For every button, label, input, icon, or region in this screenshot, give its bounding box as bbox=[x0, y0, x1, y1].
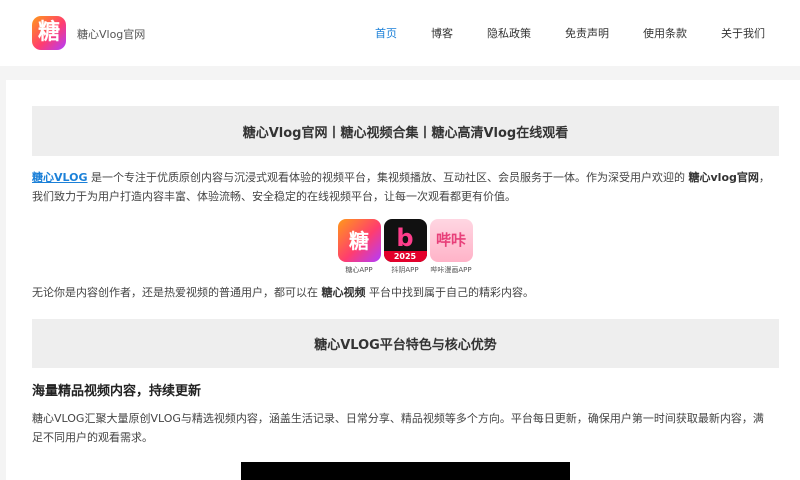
app-label: 哔咔漫画APP bbox=[430, 266, 472, 274]
bika-app-icon[interactable]: 哔咔 bbox=[429, 219, 473, 262]
app-item-bika[interactable]: 哔咔 哔咔漫画APP bbox=[428, 219, 474, 275]
site-header: 糖 糖心Vlog官网 首页 博客 隐私政策 免责声明 使用条款 关于我们 bbox=[0, 0, 800, 66]
para2-bold: 糖心视频 bbox=[321, 286, 366, 299]
nav-blog[interactable]: 博客 bbox=[431, 25, 453, 41]
nav-privacy[interactable]: 隐私政策 bbox=[487, 25, 531, 41]
douyin-app-glyph: b bbox=[396, 223, 414, 252]
main-content: 糖心Vlog官网丨糖心视频合集丨糖心高清Vlog在线观看 糖心VLOG 是一个专… bbox=[6, 80, 800, 480]
nav-terms[interactable]: 使用条款 bbox=[643, 25, 687, 41]
douyin-app-icon[interactable]: b 2025 bbox=[383, 219, 427, 262]
bika-app-glyph: 哔咔 bbox=[435, 231, 466, 249]
site-name[interactable]: 糖心Vlog官网 bbox=[77, 26, 145, 42]
para2-text-1: 无论你是内容创作者，还是热爱视频的普通用户，都可以在 bbox=[32, 286, 322, 299]
site-logo[interactable]: 糖 bbox=[32, 16, 66, 50]
body-paragraph: 无论你是内容创作者，还是热爱视频的普通用户，都可以在 糖心视频 平台中找到属于自… bbox=[32, 284, 534, 300]
feature-paragraph: 糖心VLOG汇聚大量原创VLOG与精选视频内容，涵盖生活记录、日常分享、精品视频… bbox=[32, 412, 764, 444]
logo-glyph: 糖 bbox=[37, 20, 60, 45]
intro-paragraph: 糖心VLOG 是一个专注于优质原创内容与沉浸式观看体验的视频平台，集视频播放、互… bbox=[32, 168, 772, 206]
intro-bold: 糖心vlog官网 bbox=[688, 171, 759, 184]
logo-icon: 糖 bbox=[32, 16, 66, 50]
nav-disclaimer[interactable]: 免责声明 bbox=[565, 25, 609, 41]
tangxin-app-glyph: 糖 bbox=[349, 228, 369, 253]
feature-heading: 海量精品视频内容，持续更新 bbox=[32, 384, 202, 399]
tangxin-app-icon[interactable]: 糖 bbox=[337, 219, 381, 262]
intro-text-1: 是一个专注于优质原创内容与沉浸式观看体验的视频平台，集视频播放、互动社区、会员服… bbox=[87, 171, 689, 184]
nav-about[interactable]: 关于我们 bbox=[721, 25, 765, 41]
app-item-douyin[interactable]: b 2025 抖阴APP bbox=[382, 219, 428, 275]
section-title: 糖心VLOG平台特色与核心优势 bbox=[32, 319, 779, 368]
app-download-list: 糖 糖心APP b 2025 抖阴APP 哔咔 哔咔漫画APP bbox=[336, 219, 474, 275]
para2-text-2: 平台中找到属于自己的精彩内容。 bbox=[365, 286, 534, 299]
intro-link[interactable]: 糖心VLOG bbox=[32, 171, 88, 184]
app-item-tangxin[interactable]: 糖 糖心APP bbox=[336, 219, 382, 275]
video-player[interactable] bbox=[241, 462, 570, 480]
app-label: 糖心APP bbox=[345, 266, 373, 274]
app-label: 抖阴APP bbox=[391, 266, 419, 274]
page-title: 糖心Vlog官网丨糖心视频合集丨糖心高清Vlog在线观看 bbox=[32, 106, 779, 156]
main-nav: 首页 博客 隐私政策 免责声明 使用条款 关于我们 bbox=[341, 25, 765, 41]
douyin-app-badge: 2025 bbox=[383, 251, 427, 262]
nav-home[interactable]: 首页 bbox=[375, 25, 397, 41]
